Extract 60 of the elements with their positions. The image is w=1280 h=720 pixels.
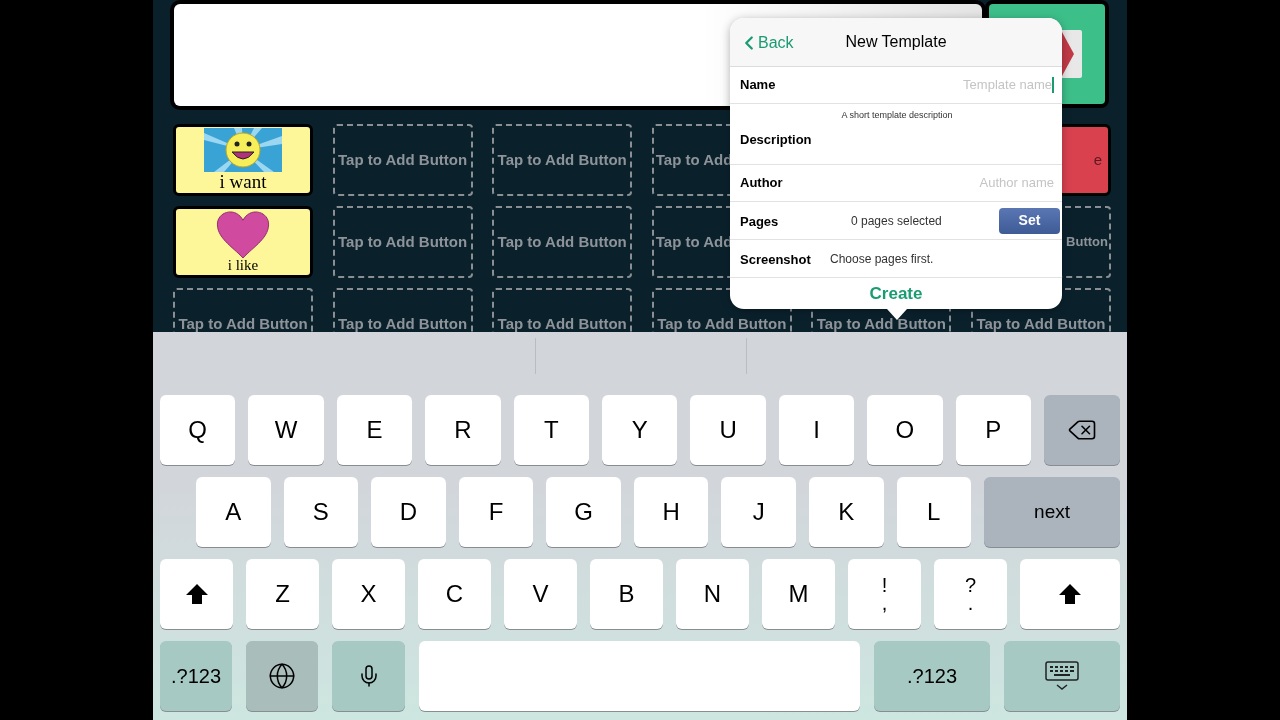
letter-key[interactable]: S — [283, 477, 359, 547]
symbol-button[interactable]: i want — [173, 124, 313, 196]
letter-key[interactable]: Q — [160, 395, 236, 465]
letter-key[interactable]: O — [867, 395, 943, 465]
letter-key[interactable]: G — [546, 477, 621, 547]
shift-arrow-icon — [184, 583, 209, 605]
numbers-key[interactable]: .?123 — [160, 641, 232, 711]
letter-key[interactable]: Z — [246, 559, 319, 629]
letter-key[interactable]: E — [336, 395, 413, 465]
globe-icon — [268, 662, 296, 690]
microphone-key[interactable] — [332, 641, 405, 711]
pages-count: 0 pages selected — [850, 212, 943, 230]
letter-key[interactable]: H — [633, 477, 709, 547]
punctuation-key[interactable]: ? . — [934, 559, 1007, 629]
shift-key[interactable] — [160, 559, 233, 629]
letter-key[interactable]: D — [371, 477, 446, 547]
letter-key[interactable]: C — [418, 559, 491, 629]
punctuation-key[interactable]: ! , — [848, 559, 921, 629]
shift-key[interactable] — [1020, 559, 1120, 629]
letter-key[interactable]: Y — [602, 395, 678, 465]
letter-key[interactable]: K — [808, 477, 884, 547]
field-label: Name — [740, 76, 776, 95]
letter-key[interactable]: M — [762, 559, 835, 629]
add-button-slot[interactable]: Tap to Add Button — [332, 206, 473, 278]
set-button[interactable]: Set — [999, 207, 1060, 234]
letter-key[interactable]: P — [955, 395, 1032, 465]
symbol-label: i want — [219, 172, 267, 191]
numbers-key[interactable]: .?123 — [874, 641, 990, 711]
letter-key[interactable]: N — [676, 559, 749, 629]
letter-key[interactable]: L — [896, 477, 972, 547]
symbol-label: i like — [227, 258, 259, 273]
letter-key[interactable]: B — [590, 559, 663, 629]
letter-key[interactable]: R — [425, 395, 501, 465]
screenshot-hint: Choose pages first. — [830, 250, 934, 268]
create-button[interactable]: Create — [869, 280, 923, 307]
symbol-button[interactable]: i like — [173, 206, 313, 278]
shift-arrow-icon — [1058, 583, 1082, 605]
add-button-slot[interactable]: Tap to Add Button — [492, 206, 633, 278]
field-label: Pages — [740, 213, 779, 229]
letter-key[interactable]: W — [248, 395, 324, 465]
add-button-slot[interactable]: Tap to Add Button — [332, 124, 473, 196]
dismiss-keyboard-key[interactable] — [1004, 641, 1120, 711]
letter-key[interactable]: I — [778, 395, 855, 465]
backspace-key[interactable] — [1044, 395, 1121, 465]
letter-key[interactable]: F — [458, 477, 534, 547]
add-button-slot[interactable]: Tap to Add Button — [492, 124, 633, 196]
popover-title: New Template — [845, 32, 947, 52]
letter-key[interactable]: T — [513, 395, 590, 465]
description-field[interactable]: A short template description — [841, 109, 953, 123]
letter-key[interactable]: A — [196, 477, 271, 547]
field-label: Author — [740, 174, 783, 193]
globe-key[interactable] — [246, 641, 318, 711]
keyboard-hide-icon — [1044, 660, 1080, 692]
next-key[interactable]: next — [984, 477, 1121, 547]
smiley-icon — [204, 128, 282, 172]
heart-icon — [214, 209, 272, 258]
letter-key[interactable]: J — [721, 477, 796, 547]
letter-key[interactable]: X — [332, 559, 405, 629]
letter-key[interactable]: U — [690, 395, 766, 465]
letter-key[interactable]: V — [504, 559, 577, 629]
